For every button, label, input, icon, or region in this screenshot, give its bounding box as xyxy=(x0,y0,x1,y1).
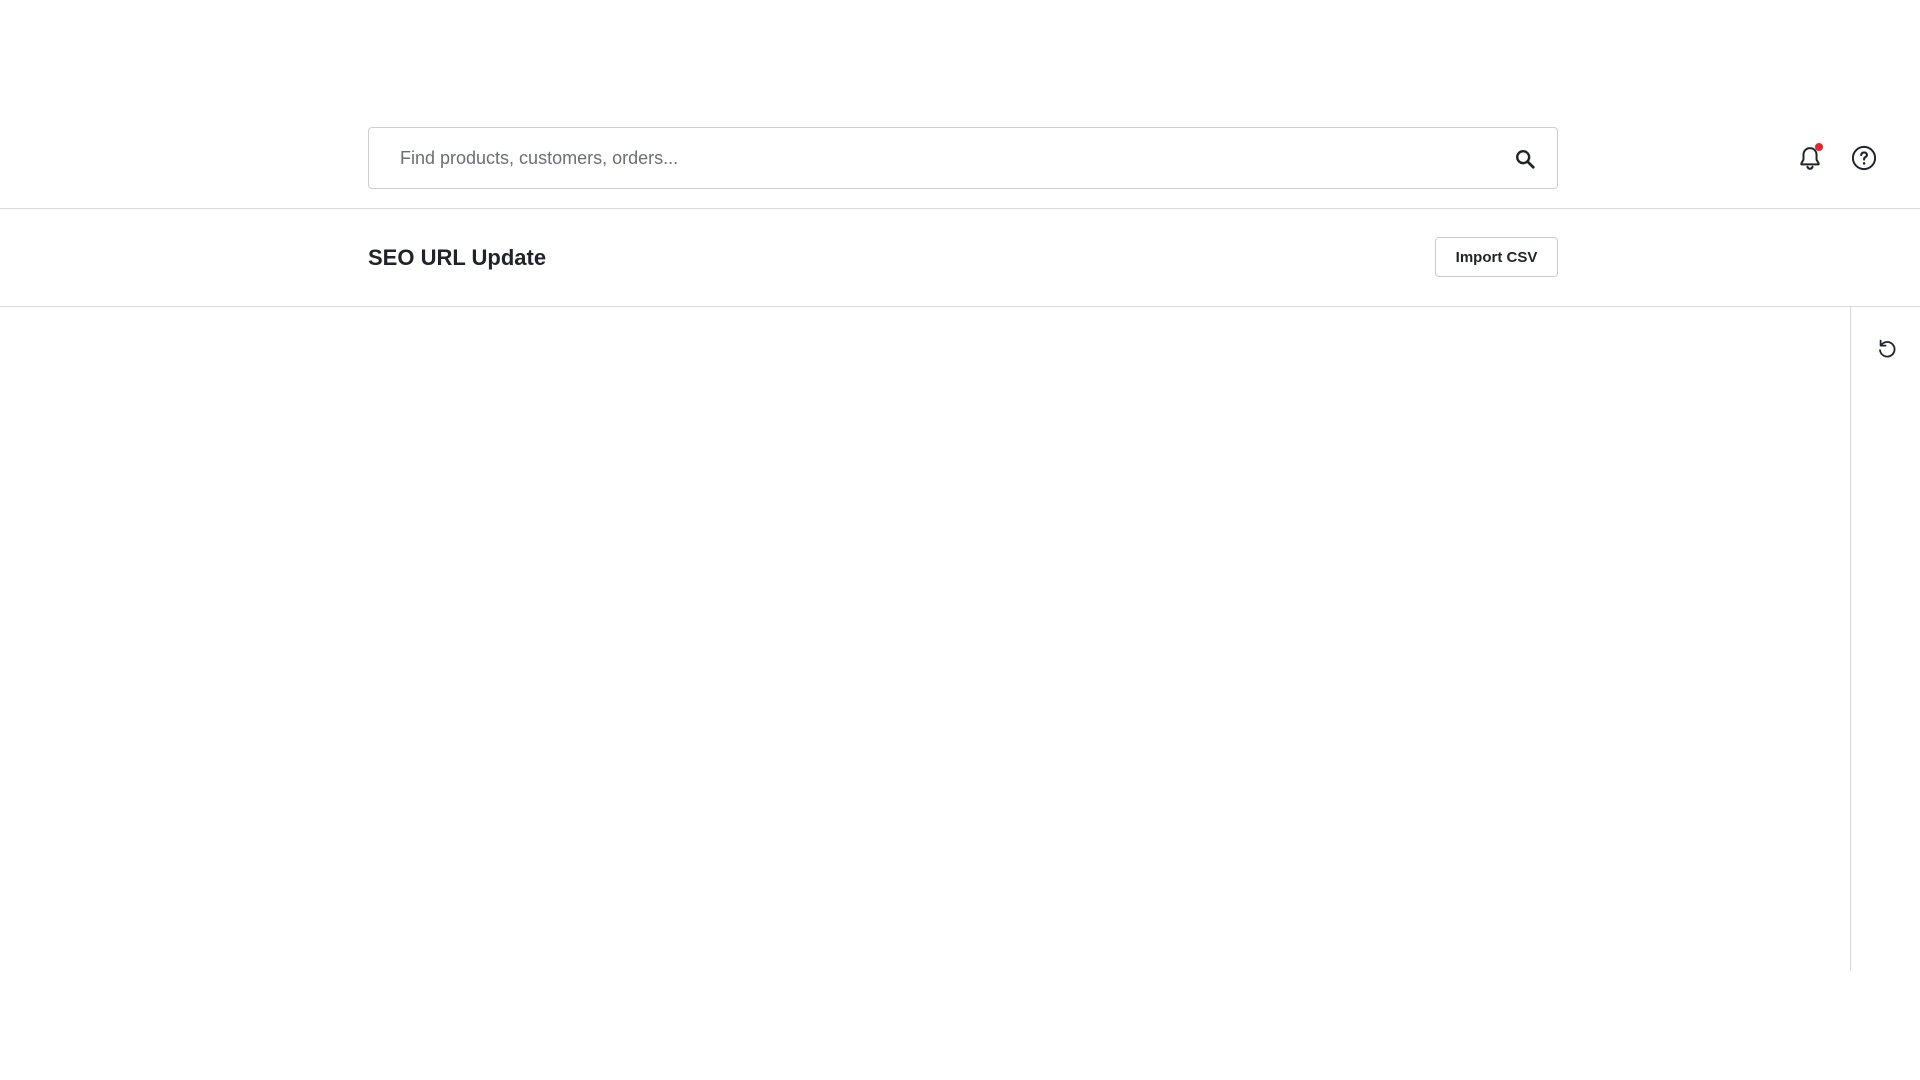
help-circle-icon[interactable] xyxy=(1847,141,1881,175)
page-title-bar: SEO URL Update Import CSV xyxy=(0,209,1920,307)
notifications-bell-icon[interactable] xyxy=(1793,141,1827,175)
notification-badge xyxy=(1815,143,1823,151)
search-icon[interactable] xyxy=(1511,145,1539,173)
import-csv-button[interactable]: Import CSV xyxy=(1435,237,1558,277)
main-content xyxy=(0,307,1850,970)
right-sidebar xyxy=(1850,307,1920,970)
reset-icon[interactable] xyxy=(1873,335,1901,363)
top-header xyxy=(0,0,1920,209)
search-input[interactable] xyxy=(369,128,1557,188)
app-page: SEO URL Update Import CSV xyxy=(0,0,1920,1080)
global-search xyxy=(368,127,1558,189)
page-title: SEO URL Update xyxy=(368,245,547,270)
